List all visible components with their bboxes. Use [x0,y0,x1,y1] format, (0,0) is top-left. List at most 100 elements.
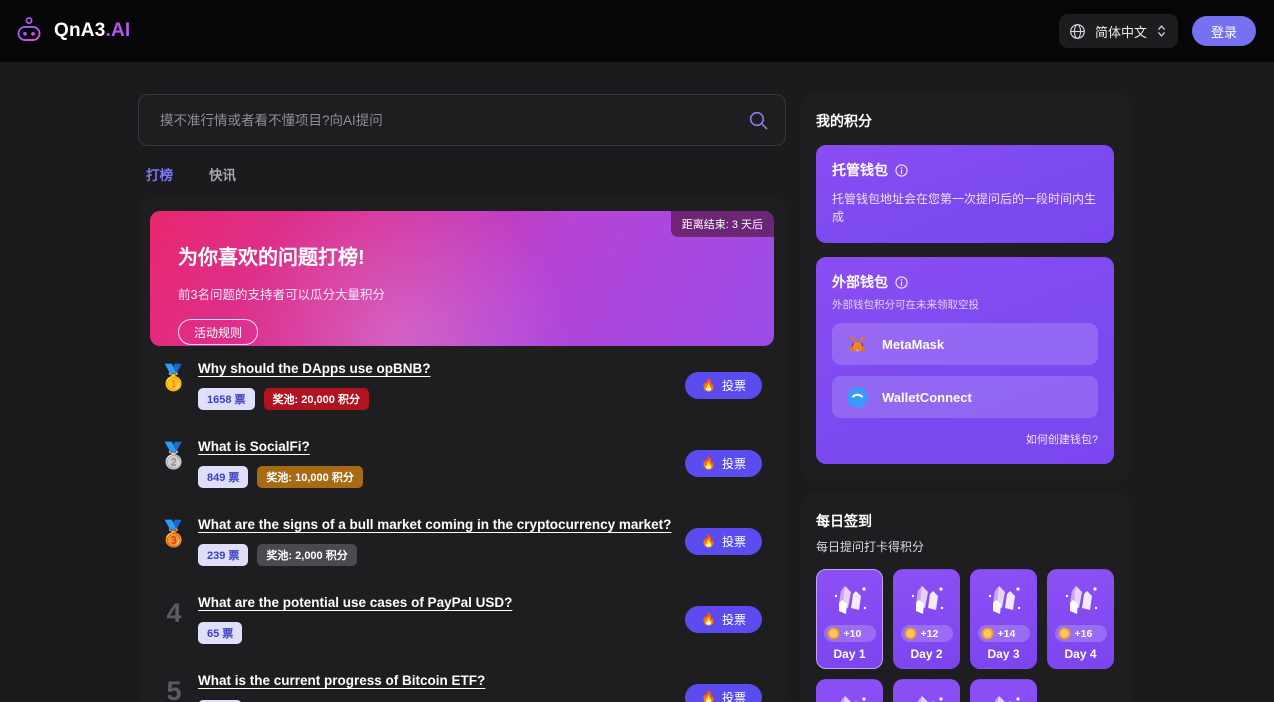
create-wallet-link[interactable]: 如何创建钱包? [832,431,1098,447]
tab-leaderboard[interactable]: 打榜 [146,164,173,184]
page-body: 打榜 快讯 距离结束: 3 天后 为你喜欢的问题打榜! 前3名问题的支持者可以瓜… [0,62,1274,702]
table-row[interactable]: 🥇 Why should the DApps use opBNB? 1658 票… [150,346,774,424]
day-card-2[interactable]: +12 Day 2 [893,569,960,669]
search-icon[interactable] [748,110,769,131]
question-badges: 65 票 [198,622,685,644]
info-icon[interactable] [895,276,908,289]
question-badges: 1658 票 奖池: 20,000 积分 [198,388,685,410]
day-card-5[interactable] [816,679,883,702]
question-title[interactable]: What are the potential use cases of PayP… [198,595,512,610]
flame-icon: 🔥 [701,378,716,392]
vote-button-label: 投票 [722,533,746,550]
question-block: Why should the DApps use opBNB? 1658 票 奖… [194,360,685,410]
my-points-panel: 我的积分 托管钱包 托管钱包地址会在您第一次提问后的一段时间内生成 外部钱包 [800,94,1130,481]
leaderboard-panel: 距离结束: 3 天后 为你喜欢的问题打榜! 前3名问题的支持者可以瓜分大量积分 … [138,198,786,702]
brand-name: QnA3.AI [54,20,130,42]
external-wallet-card: 外部钱包 外部钱包积分可在未来领取空投 [816,257,1114,464]
day-card-6[interactable] [893,679,960,702]
chevron-updown-icon[interactable] [1156,23,1167,39]
language-selector[interactable]: 简体中文 [1059,14,1178,48]
language-label: 简体中文 [1095,22,1147,41]
main-column: 打榜 快讯 距离结束: 3 天后 为你喜欢的问题打榜! 前3名问题的支持者可以瓜… [138,94,786,702]
day-card-3[interactable]: +14 Day 3 [970,569,1037,669]
vote-button[interactable]: 🔥 投票 [685,450,762,477]
day-label: Day 3 [987,647,1019,661]
day-points: +12 [921,628,939,640]
banner-subtitle: 前3名问题的支持者可以瓜分大量积分 [178,284,774,303]
page-title: 我的积分 [816,111,1114,131]
sidebar: 我的积分 托管钱包 托管钱包地址会在您第一次提问后的一段时间内生成 外部钱包 [800,94,1130,702]
question-block: What is SocialFi? 849 票 奖池: 10,000 积分 [194,438,685,488]
question-badges: 239 票 奖池: 2,000 积分 [198,544,685,566]
coin-icon [981,627,994,640]
header-actions: 简体中文 登录 [1059,14,1256,48]
content-tabs: 打榜 快讯 [146,164,786,184]
bronze-medal-icon: 🥉 [158,522,189,547]
crystal-icon [981,578,1027,622]
coin-icon [827,627,840,640]
promo-banner: 距离结束: 3 天后 为你喜欢的问题打榜! 前3名问题的支持者可以瓜分大量积分 … [150,211,774,346]
login-button[interactable]: 登录 [1192,16,1256,46]
rank-indicator: 5 [154,672,194,702]
wallet-option-metamask[interactable]: MetaMask [832,323,1098,365]
question-title[interactable]: What is the current progress of Bitcoin … [198,673,485,688]
brand-name-suffix: .AI [105,20,130,41]
question-title[interactable]: Why should the DApps use opBNB? [198,361,431,376]
ranking-list: 🥇 Why should the DApps use opBNB? 1658 票… [150,346,774,702]
flame-icon: 🔥 [701,534,716,548]
table-row[interactable]: 🥉 What are the signs of a bull market co… [150,502,774,580]
custody-wallet-card: 托管钱包 托管钱包地址会在您第一次提问后的一段时间内生成 [816,145,1114,243]
external-wallet-header: 外部钱包 [832,272,1098,292]
question-title[interactable]: What is SocialFi? [198,439,310,454]
external-wallet-subtitle: 外部钱包积分可在未来领取空投 [832,297,1098,312]
vote-count-badge: 849 票 [198,466,248,488]
info-icon[interactable] [895,164,908,177]
crystal-icon [904,688,950,702]
daily-checkin-panel: 每日签到 每日提问打卡得积分 [800,494,1130,702]
gold-medal-icon: 🥇 [158,366,189,391]
tab-news[interactable]: 快讯 [209,164,236,184]
table-row[interactable]: 4 What are the potential use cases of Pa… [150,580,774,658]
rank-indicator: 4 [154,594,194,627]
rank-number: 5 [166,678,181,702]
vote-count-badge: 239 票 [198,544,248,566]
robot-icon [14,16,44,46]
ai-search-bar[interactable] [138,94,786,146]
flame-icon: 🔥 [701,612,716,626]
table-row[interactable]: 5 What is the current progress of Bitcoi… [150,658,774,702]
banner-title: 为你喜欢的问题打榜! [178,241,774,270]
flame-icon: 🔥 [701,456,716,470]
day-points: +10 [844,628,862,640]
crystal-icon [981,688,1027,702]
day-points-pill: +10 [824,625,876,642]
vote-button[interactable]: 🔥 投票 [685,372,762,399]
coin-icon [1058,627,1071,640]
custody-wallet-header: 托管钱包 [832,160,1098,180]
activity-rules-button[interactable]: 活动规则 [178,319,258,345]
day-card-4[interactable]: +16 Day 4 [1047,569,1114,669]
vote-button-label: 投票 [722,377,746,394]
vote-button[interactable]: 🔥 投票 [685,684,762,702]
day-label: Day 1 [833,647,865,661]
crystal-icon [1058,578,1104,622]
vote-button[interactable]: 🔥 投票 [685,606,762,633]
day-card-7[interactable] [970,679,1037,702]
question-title[interactable]: What are the signs of a bull market comi… [198,517,671,532]
external-wallet-title: 外部钱包 [832,272,888,292]
vote-button-label: 投票 [722,689,746,702]
question-block: What are the signs of a bull market comi… [194,516,685,566]
question-block: What is the current progress of Bitcoin … [194,672,685,702]
vote-button[interactable]: 🔥 投票 [685,528,762,555]
wallet-option-walletconnect[interactable]: WalletConnect [832,376,1098,418]
rank-number: 4 [166,600,181,627]
app-header: QnA3.AI 简体中文 登录 [0,0,1274,62]
day-card-1[interactable]: +10 Day 1 [816,569,883,669]
vote-button-label: 投票 [722,611,746,628]
rank-indicator: 🥇 [154,360,194,391]
silver-medal-icon: 🥈 [158,444,189,469]
table-row[interactable]: 🥈 What is SocialFi? 849 票 奖池: 10,000 积分 … [150,424,774,502]
daily-checkin-grid: +10 Day 1 [816,569,1114,702]
brand-logo[interactable]: QnA3.AI [14,16,130,46]
rank-indicator: 🥉 [154,516,194,547]
search-input[interactable] [160,113,748,128]
